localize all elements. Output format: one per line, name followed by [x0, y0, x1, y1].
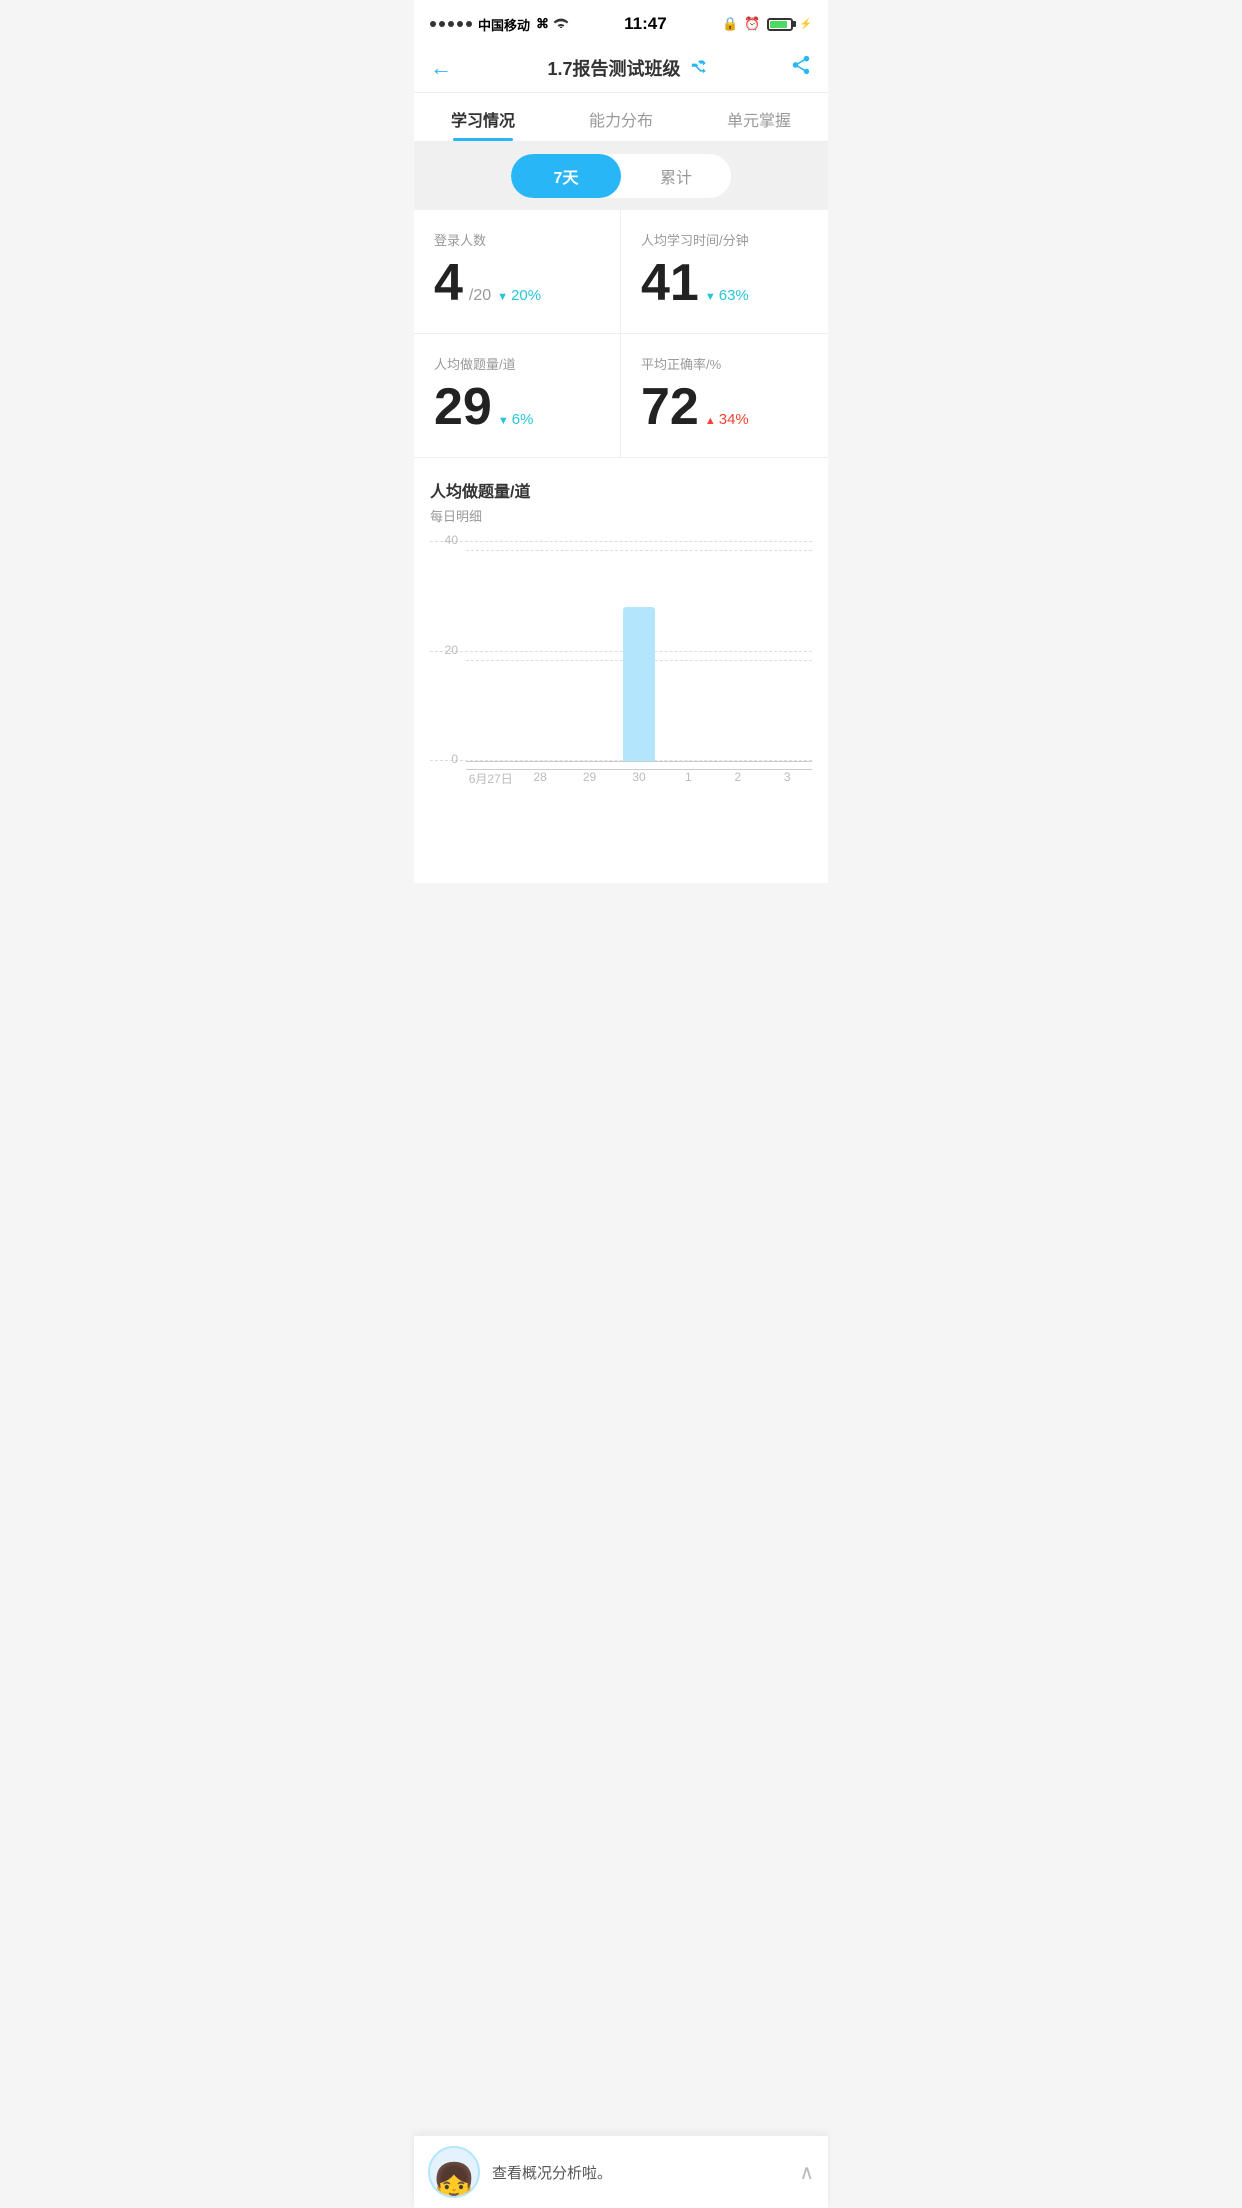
tab-learning[interactable]: 学习情况 — [414, 93, 552, 141]
stats-sub-login: /20 — [469, 287, 491, 305]
toggle-bar: 7天 累计 — [414, 142, 828, 210]
bar-3 — [623, 607, 655, 761]
y-label-0: 0 — [430, 752, 458, 766]
status-left: 中国移动 ⌘ — [430, 15, 569, 34]
wifi-icon: ⌘ — [536, 16, 569, 32]
x-label-5: 2 — [713, 770, 762, 787]
stats-change-studytime: 63% — [705, 287, 749, 304]
stats-label-studytime: 人均学习时间/分钟 — [641, 230, 808, 249]
lock-icon: 🔒 — [722, 16, 738, 32]
bar-group-1 — [515, 541, 564, 761]
avatar-emoji: 👧 — [432, 2164, 477, 2198]
stats-value-row-accuracy: 72 34% — [641, 381, 808, 433]
grid-line-0: 0 — [430, 760, 812, 770]
status-bar: 中国移动 ⌘ 11:47 🔒 ⏰ ⚡ — [414, 0, 828, 44]
bar-group-6 — [763, 541, 812, 761]
arrow-down-questions — [498, 411, 509, 428]
stats-value-login: 4 — [434, 257, 463, 309]
x-label-4: 1 — [664, 770, 713, 787]
y-label-20: 20 — [430, 643, 458, 657]
stats-change-questions: 6% — [498, 411, 534, 428]
chevron-up-icon[interactable]: ∧ — [799, 2160, 814, 2185]
nav-title: 1.7报告测试班级 — [547, 55, 708, 81]
share-button[interactable] — [790, 54, 812, 82]
chart-area: 40 20 0 — [430, 541, 812, 761]
tab-ability[interactable]: 能力分布 — [552, 93, 690, 141]
tab-bar: 学习情况 能力分布 单元掌握 — [414, 93, 828, 142]
status-time: 11:47 — [624, 14, 667, 34]
bar-group-5 — [713, 541, 762, 761]
stats-label-login: 登录人数 — [434, 230, 600, 249]
avatar: 👧 — [428, 2146, 480, 2198]
carrier-label: 中国移动 — [478, 15, 530, 34]
back-button[interactable]: ← — [430, 55, 466, 81]
stats-change-login: 20% — [497, 287, 541, 304]
chart-section: 人均做题量/道 每日明细 40 20 0 6月27日282930123 — [414, 458, 828, 883]
stats-value-questions: 29 — [434, 381, 492, 433]
chart-bars — [466, 541, 812, 761]
arrow-down-studytime — [705, 287, 716, 304]
alarm-icon: ⏰ — [744, 16, 760, 32]
battery-icon — [767, 18, 793, 31]
stats-label-accuracy: 平均正确率/% — [641, 354, 808, 373]
arrow-up-accuracy — [705, 411, 716, 428]
stats-value-accuracy: 72 — [641, 381, 699, 433]
bar-group-3 — [614, 541, 663, 761]
bottom-chat[interactable]: 👧 查看概况分析啦。 ∧ — [414, 2135, 828, 2208]
x-label-1: 28 — [515, 770, 564, 787]
stats-value-studytime: 41 — [641, 257, 699, 309]
stats-cell-studytime: 人均学习时间/分钟 41 63% — [621, 210, 828, 334]
y-label-40: 40 — [430, 533, 458, 547]
tab-unit[interactable]: 单元掌握 — [690, 93, 828, 141]
x-label-0: 6月27日 — [466, 770, 515, 787]
page-title: 1.7报告测试班级 — [547, 55, 680, 81]
stats-grid: 登录人数 4 /20 20% 人均学习时间/分钟 41 63% 人均做题量/道 … — [414, 210, 828, 458]
bar-group-2 — [565, 541, 614, 761]
x-label-2: 29 — [565, 770, 614, 787]
arrow-down-login — [497, 287, 508, 304]
chart-subtitle: 每日明细 — [430, 506, 812, 525]
stats-cell-questions: 人均做题量/道 29 6% — [414, 334, 621, 457]
nav-bar: ← 1.7报告测试班级 — [414, 44, 828, 93]
status-right: 🔒 ⏰ ⚡ — [722, 16, 812, 32]
period-toggle: 7天 累计 — [511, 154, 731, 198]
toggle-7days[interactable]: 7天 — [511, 154, 621, 198]
chart-title: 人均做题量/道 — [430, 478, 812, 502]
shuffle-icon[interactable] — [689, 58, 709, 79]
x-label-6: 3 — [763, 770, 812, 787]
battery-bolt: ⚡ — [800, 19, 812, 30]
stats-cell-accuracy: 平均正确率/% 72 34% — [621, 334, 828, 457]
stats-value-row-studytime: 41 63% — [641, 257, 808, 309]
stats-value-row-questions: 29 6% — [434, 381, 600, 433]
signal-dots — [430, 21, 472, 27]
chat-message: 查看概况分析啦。 — [492, 2162, 787, 2183]
stats-label-questions: 人均做题量/道 — [434, 354, 600, 373]
stats-value-row-login: 4 /20 20% — [434, 257, 600, 309]
x-label-3: 30 — [614, 770, 663, 787]
toggle-cumulative[interactable]: 累计 — [621, 154, 731, 198]
bar-group-0 — [466, 541, 515, 761]
stats-change-accuracy: 34% — [705, 411, 749, 428]
stats-cell-login: 登录人数 4 /20 20% — [414, 210, 621, 334]
bar-group-4 — [664, 541, 713, 761]
